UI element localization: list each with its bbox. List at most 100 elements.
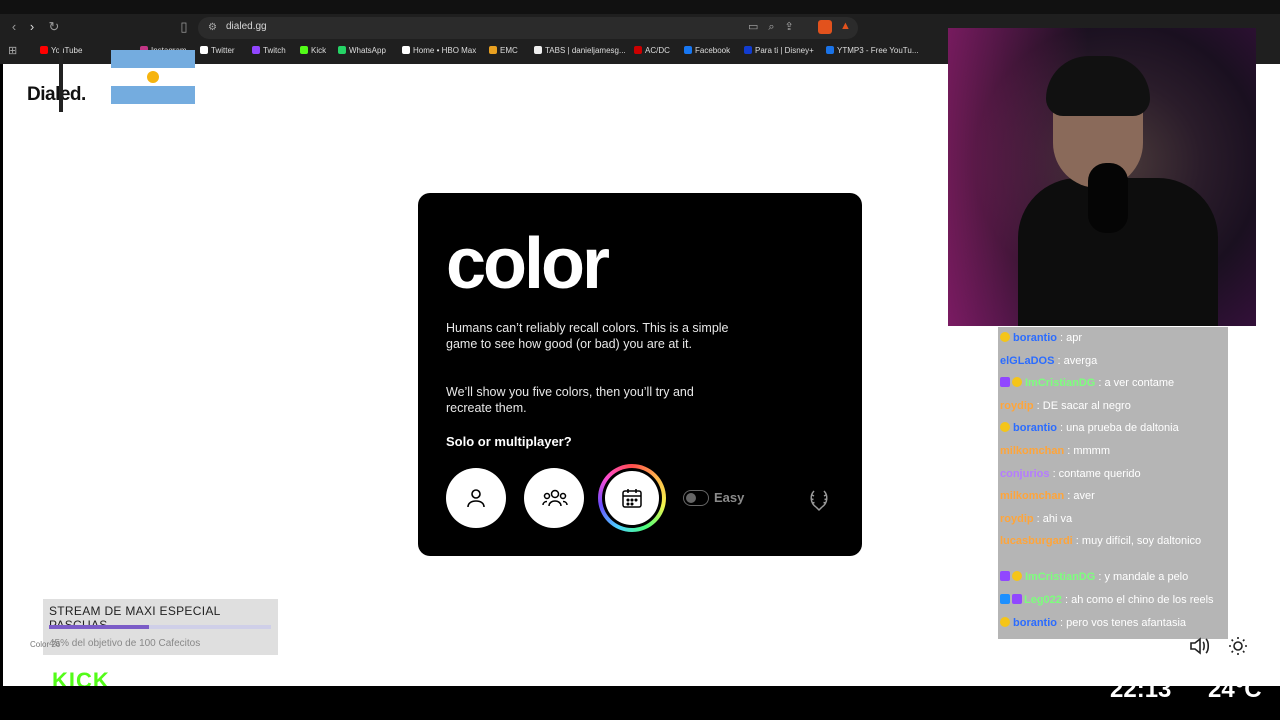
goal-progress-fill [49,625,149,629]
bookmark-twitch[interactable]: Twitch [252,46,286,55]
chat-text: : mmmm [1064,445,1111,457]
chat-message: roydip : DE sacar al negro [1000,399,1228,413]
chat-text: : apr [1057,332,1083,344]
chat-username[interactable]: roydip [1000,513,1034,525]
chat-overlay: borantio : apr elGLaDOS : averga ImCristia… [998,327,1228,639]
gold-badge-icon [1012,377,1022,388]
chat-text: : DE sacar al negro [1033,399,1131,412]
bookmark-ytmp3[interactable]: YTMP3 - Free YouTu... [826,46,919,55]
chat-username[interactable]: borantio [1013,617,1057,629]
chat-message: borantio : una prueba de daltonia [1000,421,1228,435]
toggle-knob [686,493,696,503]
game-title: color [446,224,610,304]
bookmark-disney[interactable]: Para ti | Disney+ [744,46,814,55]
bookmark-hbomax[interactable]: Home • HBO Max [402,46,476,55]
calendar-icon [622,489,642,508]
bookmark-icon[interactable]: ▯ [176,19,192,35]
mode-question: Solo or multiplayer? [446,434,572,449]
gold-badge-icon [1000,616,1010,627]
chat-message: roydip : ahi va [1000,512,1228,526]
chat-text: : a ver contame [1095,377,1175,390]
tab-strip [0,0,1280,14]
daily-button-face[interactable] [605,471,659,525]
chat-username[interactable]: elGLaDOS [1000,355,1054,367]
forward-icon[interactable]: › [24,19,40,34]
chat-username[interactable]: conjurios [1000,468,1050,480]
game-card: color Humans can’t reliably recall color… [418,193,862,556]
person-icon [467,489,485,508]
purple-badge-icon [1000,571,1010,582]
bookmark-facebook[interactable]: Facebook [684,46,730,55]
chat-text: : y mandale a pelo [1095,571,1189,584]
stream-goal-widget: STREAM DE MAXI ESPECIAL PASCUAS 45% del … [43,599,278,655]
theme-toggle-sun-icon[interactable] [1228,636,1248,661]
gold-badge-icon [1000,332,1010,342]
rewards-icon[interactable]: ▲ [840,20,851,32]
webcam-microphone [1088,163,1128,233]
blue-badge-icon [1000,594,1010,604]
chat-text: : averga [1054,354,1098,367]
daily-button[interactable] [598,464,666,532]
brave-shield-icon[interactable] [818,20,832,34]
chat-message: ImCristianDG : a ver contame [1000,376,1228,390]
chat-username[interactable]: borantio [1013,422,1057,434]
chat-username[interactable]: ImCristianDG [1025,571,1095,583]
site-logo[interactable]: Dialed. [27,84,86,106]
address-actions[interactable]: ▭⌕⇪ [748,20,804,34]
chat-message: Leg022 : ah como el chino de los reels [1000,593,1228,607]
chat-username[interactable]: milkomchan [1000,490,1064,502]
goal-progress-bar [49,625,271,629]
chat-text: : ahi va [1033,512,1073,525]
flag-pole [59,44,63,112]
chat-text: : ah como el chino de los reels [1061,594,1214,606]
page-footer-text: Color 26 [30,640,61,649]
webcam-streamer-hair [1046,56,1150,116]
chat-username[interactable]: Leg022 [1024,594,1062,606]
reload-icon[interactable]: ↻ [46,19,62,35]
chat-message: ImCristianDG : y mandale a pelo [1000,570,1228,584]
webcam-feed [948,28,1256,326]
chat-message: milkomchan : mmmm [1000,444,1228,458]
bookmark-whatsapp[interactable]: WhatsApp [338,46,386,55]
group-icon [542,489,568,507]
temperature: 24°C [1208,676,1262,703]
back-icon[interactable]: ‹ [6,19,22,34]
chat-message: milkomchan : aver [1000,489,1228,503]
chat-text: : muy difícil, soy daltonico [1072,535,1202,548]
gold-badge-icon [1012,571,1022,582]
stream-bottom-bar [0,686,1280,720]
purple-badge-icon [1000,377,1010,388]
chat-text: : pero vos tenes afantasia [1057,616,1187,629]
multiplayer-button[interactable] [524,468,584,528]
goal-subtitle: 45% del objetivo de 100 Cafecitos [49,638,201,649]
bookmark-twitter[interactable]: Twitter [200,46,235,55]
chat-message: conjurios : contame querido [1000,467,1228,481]
chat-text: : aver [1064,490,1095,503]
chat-username[interactable]: borantio [1013,332,1057,344]
argentina-flag-icon [111,50,195,104]
chat-username[interactable]: milkomchan [1000,445,1064,457]
daily-ring-gap [602,468,662,528]
clock: 22:13 [1110,676,1172,703]
chat-username[interactable]: ImCristianDG [1025,377,1095,389]
easy-label[interactable]: Easy [714,490,744,505]
url-text[interactable]: dialed.gg [226,21,267,32]
chat-message: elGLaDOS : averga [1000,354,1228,368]
chat-username[interactable]: roydip [1000,400,1034,412]
speaker-icon[interactable] [1188,636,1212,661]
easy-toggle[interactable] [683,490,709,506]
bookmark-acdc[interactable]: AC/DC [634,46,670,55]
chat-message: borantio : apr [1000,331,1228,345]
solo-button[interactable] [446,468,506,528]
game-instructions: We’ll show you five colors, then you’ll … [446,385,694,415]
chat-text: : contame querido [1049,467,1141,480]
bookmark-tabs[interactable]: TABS | danieljamesg... [534,46,626,55]
gold-badge-icon [1000,422,1010,433]
bookmark-kick[interactable]: Kick [300,46,326,55]
site-info-icon[interactable]: ⚙ [208,22,217,33]
leaderboard-laurel-icon[interactable] [806,487,832,518]
chat-message: lucasburgardi : muy difícil, soy daltoni… [1000,534,1228,548]
bookmark-emc[interactable]: EMC [489,46,518,55]
chat-text: : una prueba de daltonia [1057,422,1179,435]
chat-username[interactable]: lucasburgardi [1000,535,1073,547]
